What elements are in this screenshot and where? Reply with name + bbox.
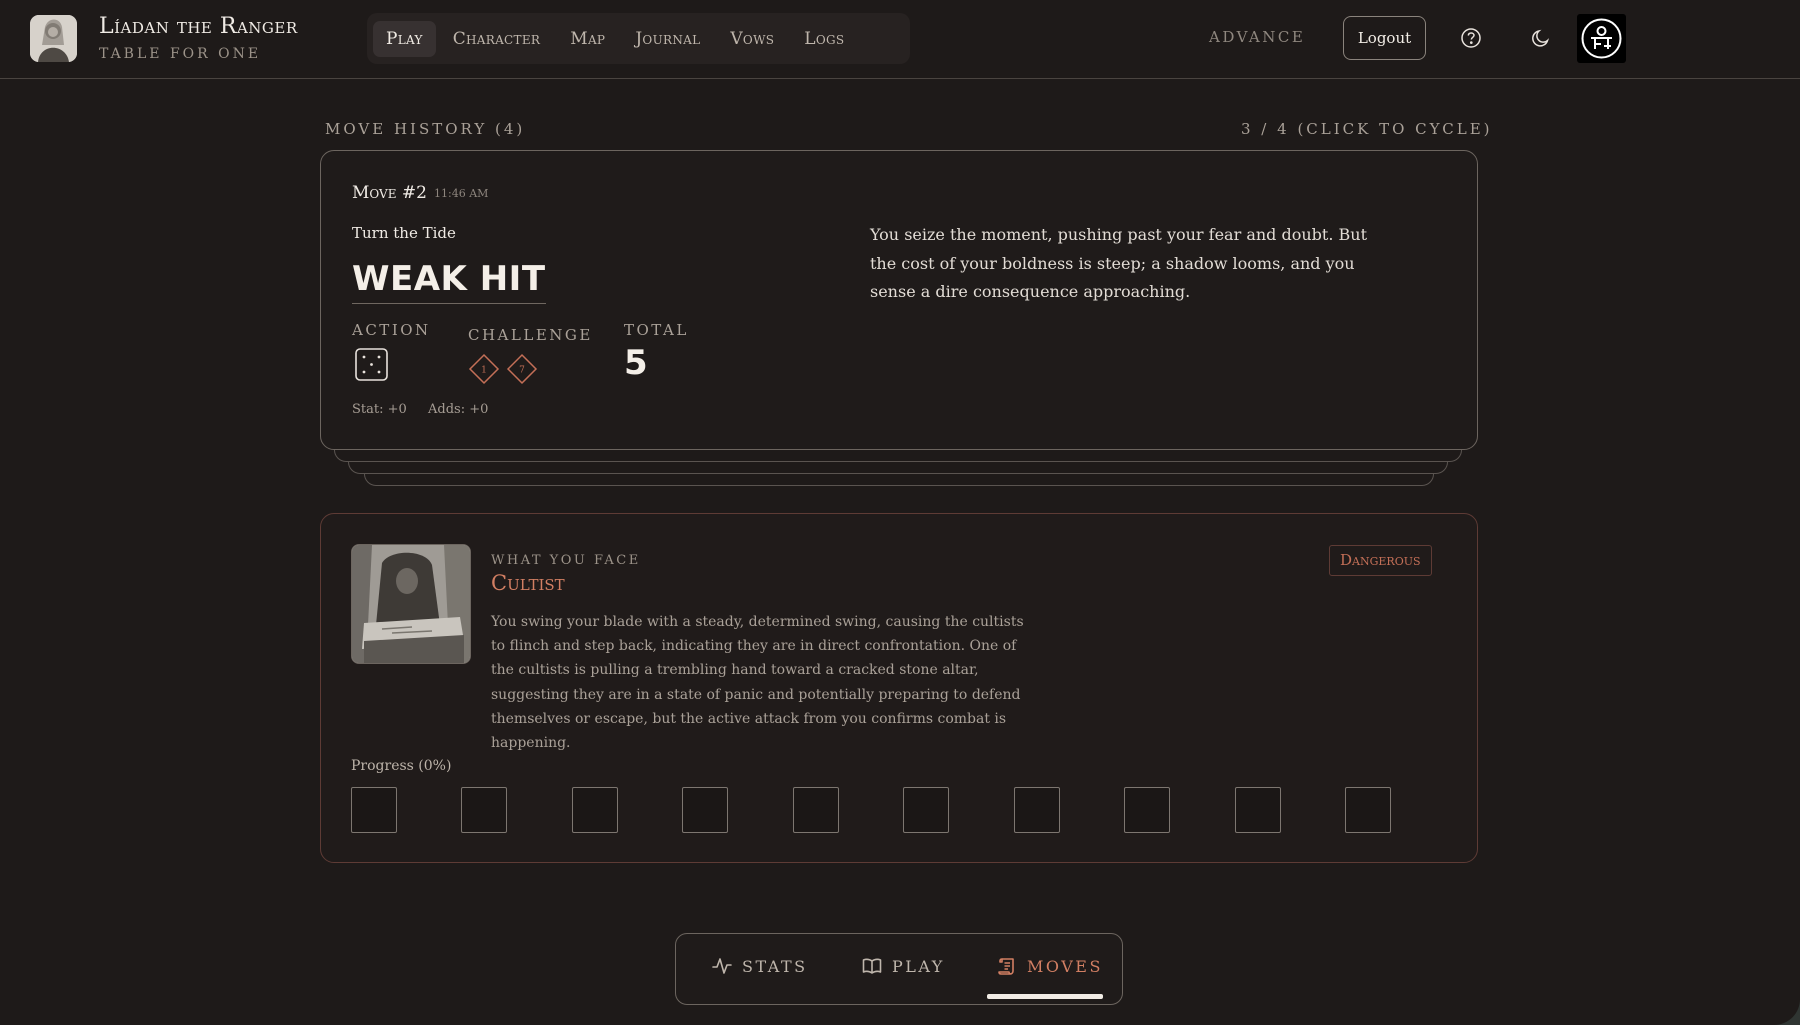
- tab-play-label: Play: [892, 956, 945, 976]
- character-avatar[interactable]: [30, 15, 77, 62]
- progress-box[interactable]: [792, 787, 839, 833]
- help-icon[interactable]: [1460, 27, 1482, 49]
- action-die-icon: [355, 348, 388, 381]
- tab-stats-label: Stats: [742, 956, 808, 976]
- progress-box[interactable]: [571, 787, 618, 833]
- logo-icon[interactable]: [1577, 14, 1626, 63]
- cycle-indicator[interactable]: 3 / 4 (click to cycle): [1241, 120, 1493, 138]
- progress-box[interactable]: [461, 787, 508, 833]
- app-subtitle: Table for One: [99, 46, 262, 62]
- nav-tab-logs[interactable]: Logs: [791, 21, 857, 57]
- nav-tab-journal[interactable]: Journal: [622, 21, 713, 57]
- advance-button[interactable]: Advance: [1209, 28, 1305, 46]
- nav-tab-map[interactable]: Map: [557, 21, 618, 57]
- progress-track: [351, 787, 1391, 833]
- app-window: Líadan the Ranger Table for One Play Cha…: [0, 0, 1800, 1025]
- bottom-tabbar: Stats Play Moves: [675, 933, 1123, 1005]
- foe-portrait: [351, 544, 471, 664]
- foe-rank-badge: Dangerous: [1329, 545, 1432, 576]
- tab-stats[interactable]: Stats: [712, 956, 808, 976]
- tab-moves[interactable]: Moves: [997, 956, 1103, 976]
- progress-box[interactable]: [351, 787, 397, 833]
- foe-kicker: What You Face: [491, 553, 641, 568]
- move-narration: You seize the moment, pushing past your …: [870, 225, 1367, 301]
- foe-description: You swing your blade with a steady, dete…: [491, 614, 1024, 752]
- activity-icon: [712, 958, 732, 974]
- active-tab-indicator: [987, 994, 1103, 999]
- tab-moves-label: Moves: [1027, 956, 1103, 976]
- book-icon: [862, 958, 882, 974]
- challenge-label: Challenge: [468, 326, 593, 344]
- action-label: Action: [352, 321, 431, 339]
- nav-tab-play[interactable]: Play: [373, 20, 436, 57]
- progress-box[interactable]: [1344, 787, 1391, 833]
- roll-result: WEAK HIT: [352, 257, 546, 304]
- tab-play[interactable]: Play: [862, 956, 945, 976]
- move-timestamp: 11:46 AM: [434, 187, 489, 200]
- progress-box[interactable]: [1124, 787, 1171, 833]
- moon-icon[interactable]: [1530, 27, 1552, 49]
- stat-modifier: Stat: +0: [352, 402, 407, 417]
- nav-tab-character[interactable]: Character: [440, 21, 554, 57]
- progress-label: Progress (0%): [351, 758, 452, 774]
- nav-tab-vows[interactable]: Vows: [717, 21, 787, 57]
- challenge-die-1: 1: [468, 353, 500, 385]
- foe-card: What You Face Cultist Dangerous You swin…: [320, 513, 1478, 863]
- logout-button[interactable]: Logout: [1343, 16, 1426, 60]
- move-card[interactable]: Move #2 11:46 AM Turn the Tide WEAK HIT …: [320, 150, 1478, 450]
- progress-box[interactable]: [1234, 787, 1281, 833]
- scroll-icon: [998, 958, 1014, 975]
- challenge-die-2: 7: [506, 353, 538, 385]
- total-value: 5: [624, 343, 648, 383]
- main-nav: Play Character Map Journal Vows Logs: [367, 13, 910, 64]
- move-name: Turn the Tide: [352, 224, 456, 242]
- progress-box[interactable]: [903, 787, 950, 833]
- total-label: Total: [624, 321, 689, 339]
- foe-name: Cultist: [491, 571, 565, 595]
- top-header: Líadan the Ranger Table for One Play Cha…: [0, 0, 1800, 79]
- move-history-label: Move History (4): [325, 120, 526, 138]
- adds-modifier: Adds: +0: [428, 402, 489, 417]
- svg-text:1: 1: [481, 366, 487, 376]
- progress-box[interactable]: [1013, 787, 1060, 833]
- move-title: Move #2: [352, 183, 427, 203]
- progress-box[interactable]: [682, 787, 729, 833]
- app-title: Líadan the Ranger: [99, 14, 298, 39]
- svg-text:7: 7: [519, 366, 525, 376]
